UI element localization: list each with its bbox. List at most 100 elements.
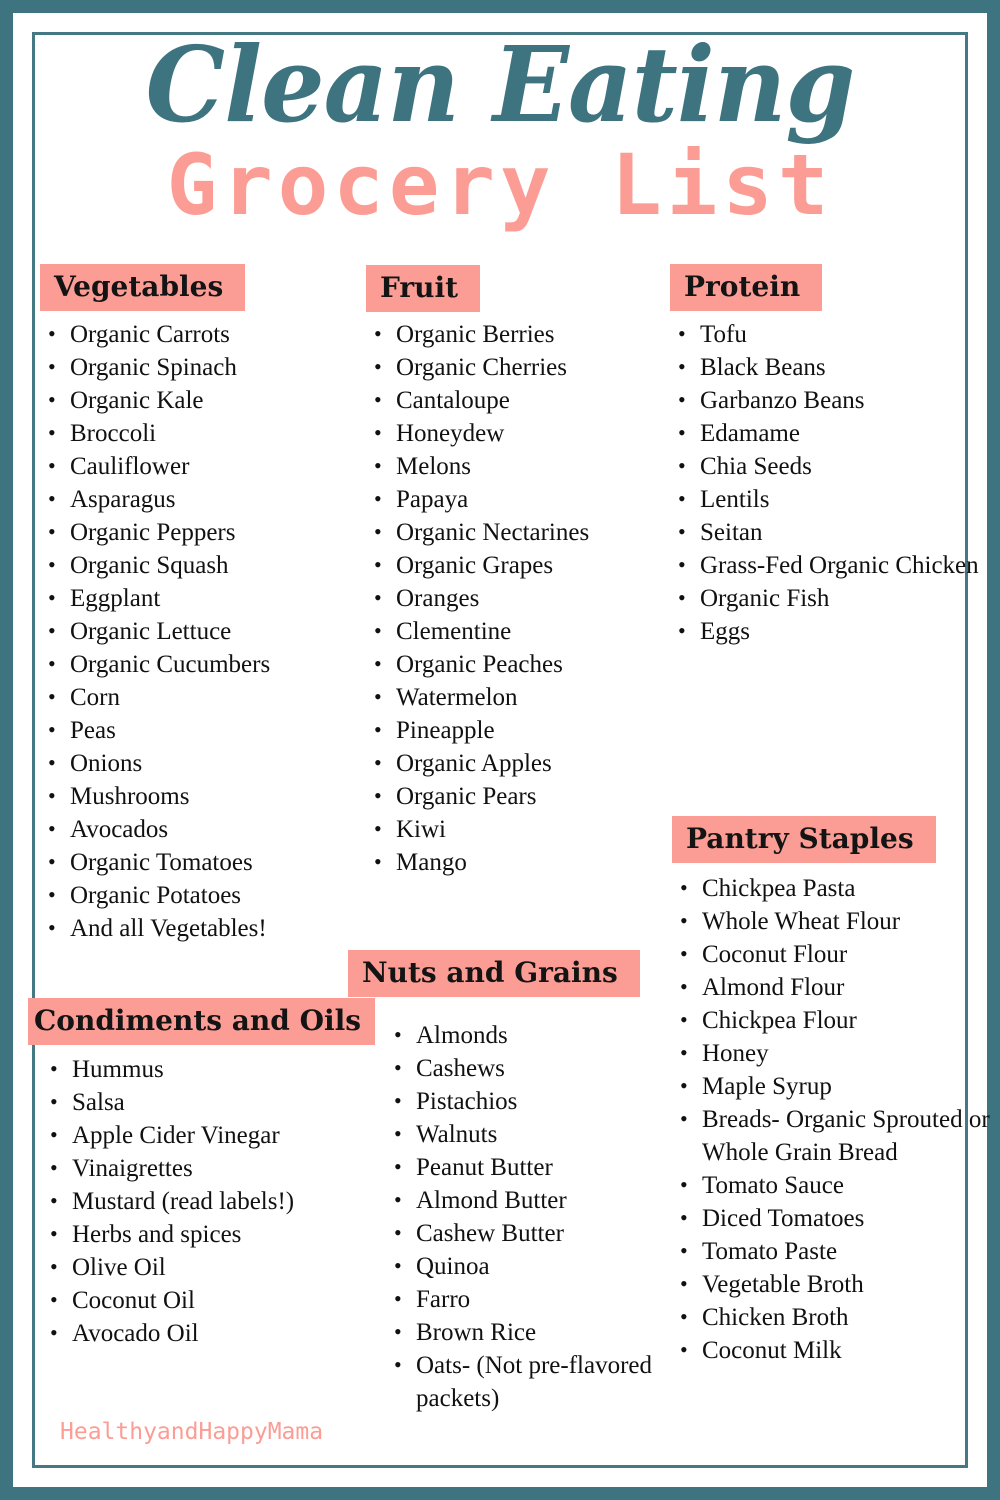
list-item: Quinoa — [386, 1249, 668, 1283]
list-pantry-staples: Chickpea PastaWhole Wheat FlourCoconut F… — [672, 871, 990, 1367]
list-item: Mango — [366, 845, 666, 879]
list-item: Almonds — [386, 1018, 668, 1052]
list-item: Tomato Sauce — [672, 1168, 990, 1202]
list-protein: TofuBlack BeansGarbanzo BeansEdamameChia… — [670, 317, 980, 648]
title-line-grocery-list: Grocery List — [166, 135, 834, 234]
list-item: Peas — [40, 713, 340, 747]
list-item: Organic Cucumbers — [40, 647, 340, 681]
list-item: Honey — [672, 1036, 990, 1070]
list-item: Watermelon — [366, 680, 666, 714]
list-item: Eggs — [670, 614, 980, 648]
watermark-brand: HealthyandHappyMama — [60, 1419, 324, 1445]
list-condiments-and-oils: HummusSalsaApple Cider VinegarVinaigrett… — [28, 1052, 348, 1350]
list-item: And all Vegetables! — [40, 911, 340, 945]
list-item: Organic Kale — [40, 383, 340, 417]
list-item: Almond Flour — [672, 970, 990, 1004]
grocery-list-poster: Clean Eating Grocery List Vegetables Org… — [0, 0, 1000, 1500]
list-item: Edamame — [670, 416, 980, 450]
list-item: Brown Rice — [386, 1315, 668, 1349]
list-item: Olive Oil — [42, 1250, 348, 1284]
list-item: Pineapple — [366, 713, 666, 747]
list-item: Oats- (Not pre-flavored packets) — [386, 1348, 668, 1415]
list-item: Coconut Milk — [672, 1333, 990, 1367]
list-item: Vegetable Broth — [672, 1267, 990, 1301]
list-item: Organic Squash — [40, 548, 340, 582]
list-item: Honeydew — [366, 416, 666, 450]
list-item: Walnuts — [386, 1117, 668, 1151]
list-item: Organic Lettuce — [40, 614, 340, 648]
list-item: Salsa — [42, 1085, 348, 1119]
list-item: Garbanzo Beans — [670, 383, 980, 417]
list-vegetables: Organic CarrotsOrganic SpinachOrganic Ka… — [40, 317, 340, 945]
list-item: Hummus — [42, 1052, 348, 1086]
list-item: Papaya — [366, 482, 666, 516]
list-item: Chia Seeds — [670, 449, 980, 483]
poster-title: Clean Eating Grocery List — [0, 23, 1000, 234]
list-item: Cashews — [386, 1051, 668, 1085]
section-fruit: Fruit Organic BerriesOrganic CherriesCan… — [366, 265, 666, 879]
list-item: Organic Tomatoes — [40, 845, 340, 879]
list-item: Chickpea Pasta — [672, 871, 990, 905]
list-item: Organic Fish — [670, 581, 980, 615]
list-item: Grass-Fed Organic Chicken — [670, 548, 980, 582]
section-nuts-and-grains: Nuts and Grains AlmondsCashewsPistachios… — [348, 950, 668, 1415]
section-heading-condiments-and-oils: Condiments and Oils — [28, 998, 376, 1045]
list-item: Chickpea Flour — [672, 1003, 990, 1037]
list-item: Mushrooms — [40, 779, 340, 813]
section-protein: Protein TofuBlack BeansGarbanzo BeansEda… — [670, 264, 980, 648]
list-item: Broccoli — [40, 416, 340, 450]
list-item: Organic Nectarines — [366, 515, 666, 549]
list-nuts-and-grains: AlmondsCashewsPistachiosWalnutsPeanut Bu… — [348, 1018, 668, 1415]
list-item: Cantaloupe — [366, 383, 666, 417]
list-item: Organic Cherries — [366, 350, 666, 384]
section-vegetables: Vegetables Organic CarrotsOrganic Spinac… — [40, 264, 340, 945]
list-item: Organic Peppers — [40, 515, 340, 549]
section-condiments-and-oils: Condiments and Oils HummusSalsaApple Cid… — [28, 998, 376, 1350]
list-item: Kiwi — [366, 812, 666, 846]
list-item: Organic Potatoes — [40, 878, 340, 912]
list-item: Chicken Broth — [672, 1300, 990, 1334]
list-item: Avocados — [40, 812, 340, 846]
section-heading-nuts-and-grains: Nuts and Grains — [348, 950, 640, 997]
list-item: Eggplant — [40, 581, 340, 615]
list-item: Melons — [366, 449, 666, 483]
list-item: Whole Wheat Flour — [672, 904, 990, 938]
list-item: Organic Pears — [366, 779, 666, 813]
list-item: Pistachios — [386, 1084, 668, 1118]
list-item: Onions — [40, 746, 340, 780]
section-pantry-staples: Pantry Staples Chickpea PastaWhole Wheat… — [672, 816, 990, 1367]
title-line-clean-eating: Clean Eating — [145, 23, 856, 146]
list-item: Seitan — [670, 515, 980, 549]
list-item: Corn — [40, 680, 340, 714]
list-item: Apple Cider Vinegar — [42, 1118, 348, 1152]
list-item: Lentils — [670, 482, 980, 516]
list-item: Diced Tomatoes — [672, 1201, 990, 1235]
list-item: Organic Carrots — [40, 317, 340, 351]
list-item: Organic Spinach — [40, 350, 340, 384]
list-item: Cashew Butter — [386, 1216, 668, 1250]
section-heading-fruit: Fruit — [366, 265, 481, 312]
list-item: Cauliflower — [40, 449, 340, 483]
list-item: Organic Peaches — [366, 647, 666, 681]
list-item: Peanut Butter — [386, 1150, 668, 1184]
section-heading-protein: Protein — [670, 264, 823, 311]
list-item: Oranges — [366, 581, 666, 615]
list-item: Coconut Flour — [672, 937, 990, 971]
list-item: Organic Apples — [366, 746, 666, 780]
list-item: Mustard (read labels!) — [42, 1184, 348, 1218]
list-item: Farro — [386, 1282, 668, 1316]
list-item: Tofu — [670, 317, 980, 351]
list-item: Coconut Oil — [42, 1283, 348, 1317]
list-item: Tomato Paste — [672, 1234, 990, 1268]
list-item: Asparagus — [40, 482, 340, 516]
section-heading-vegetables: Vegetables — [40, 264, 246, 311]
list-item: Clementine — [366, 614, 666, 648]
list-item: Breads- Organic Sprouted or Whole Grain … — [672, 1102, 990, 1169]
list-fruit: Organic BerriesOrganic CherriesCantaloup… — [366, 317, 666, 879]
list-item: Herbs and spices — [42, 1217, 348, 1251]
list-item: Organic Grapes — [366, 548, 666, 582]
list-item: Black Beans — [670, 350, 980, 384]
section-heading-pantry-staples: Pantry Staples — [672, 816, 936, 863]
list-item: Organic Berries — [366, 317, 666, 351]
list-item: Almond Butter — [386, 1183, 668, 1217]
